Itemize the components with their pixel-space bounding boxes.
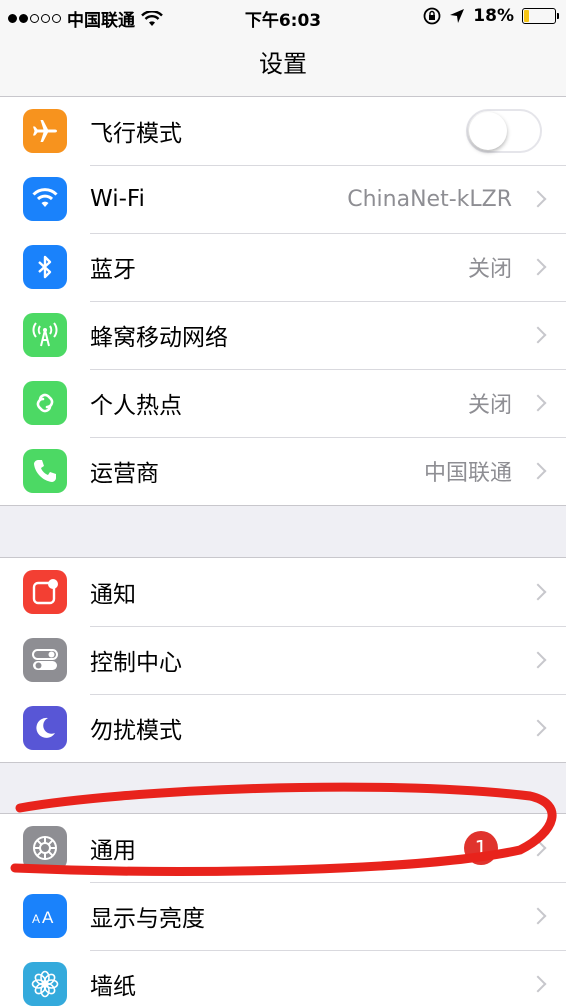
settings-row-notifications[interactable]: 通知 bbox=[0, 558, 566, 626]
status-right: 18% bbox=[423, 6, 559, 26]
toggle-knob bbox=[469, 112, 507, 150]
settings-row-label: 通知 bbox=[90, 582, 136, 608]
settings-row-airplane[interactable]: 飞行模式 bbox=[0, 97, 566, 165]
settings-row-value: 关闭 bbox=[467, 257, 512, 282]
settings-row-label: 运营商 bbox=[90, 461, 159, 487]
rotation-lock-icon bbox=[423, 7, 441, 25]
settings-row-phone[interactable]: 运营商 中国联通 bbox=[0, 437, 566, 505]
svg-text:A: A bbox=[32, 912, 40, 926]
settings-row-wallpaper[interactable]: 墙纸 bbox=[0, 950, 566, 1007]
settings-row-cellular[interactable]: 蜂窝移动网络 bbox=[0, 301, 566, 369]
chevron-right-icon bbox=[529, 719, 547, 737]
update-badge: 1 bbox=[464, 831, 498, 865]
hotspot-icon bbox=[23, 381, 67, 425]
airplane-icon bbox=[23, 109, 67, 153]
chevron-right-icon bbox=[529, 907, 547, 925]
chevron-right-icon bbox=[529, 190, 547, 208]
cellular-icon bbox=[23, 313, 67, 357]
display-icon: AA bbox=[23, 894, 67, 938]
page-title: 设置 bbox=[259, 50, 307, 78]
settings-row-wifi[interactable]: Wi-Fi ChinaNet-kLZR bbox=[0, 165, 566, 233]
settings-group-3: 通用 1 A A 显示与亮度墙纸 bbox=[0, 813, 566, 1007]
settings-row-display[interactable]: A A 显示与亮度 bbox=[0, 882, 566, 950]
phone-icon bbox=[23, 449, 67, 493]
notifications-icon bbox=[23, 570, 67, 614]
chevron-right-icon bbox=[529, 651, 547, 669]
settings-row-label: 勿扰模式 bbox=[90, 718, 182, 744]
moon-icon bbox=[23, 706, 67, 750]
battery-icon bbox=[522, 8, 559, 24]
settings-row-label: Wi-Fi bbox=[90, 186, 145, 212]
settings-row-value: ChinaNet-kLZR bbox=[347, 186, 512, 212]
settings-row-control-center[interactable]: 控制中心 bbox=[0, 626, 566, 694]
chevron-right-icon bbox=[529, 258, 547, 276]
gear-icon bbox=[23, 826, 67, 870]
settings-group-1: 飞行模式 Wi-Fi ChinaNet-kLZR 蓝牙 关闭 蜂窝移动网络 个人热点 关闭 运营… bbox=[0, 96, 566, 506]
chevron-right-icon bbox=[529, 975, 547, 993]
settings-row-label: 墙纸 bbox=[90, 974, 136, 1000]
settings-group-2: 通知控制中心勿扰模式 bbox=[0, 557, 566, 763]
bluetooth-icon bbox=[23, 245, 67, 289]
chevron-right-icon bbox=[529, 326, 547, 344]
chevron-right-icon bbox=[529, 394, 547, 412]
chevron-right-icon bbox=[529, 583, 547, 601]
wifi-icon bbox=[23, 177, 67, 221]
wallpaper-icon bbox=[23, 962, 67, 1006]
settings-row-value: 中国联通 bbox=[423, 461, 512, 486]
nav-bar: 设置 bbox=[0, 34, 566, 97]
settings-row-bluetooth[interactable]: 蓝牙 关闭 bbox=[0, 233, 566, 301]
control-center-icon bbox=[23, 638, 67, 682]
settings-row-moon[interactable]: 勿扰模式 bbox=[0, 694, 566, 762]
settings-row-label: 个人热点 bbox=[90, 393, 182, 419]
settings-row-value: 关闭 bbox=[467, 393, 512, 418]
chevron-right-icon bbox=[529, 462, 547, 480]
battery-percent: 18% bbox=[473, 6, 514, 26]
settings-row-label: 控制中心 bbox=[90, 650, 182, 676]
settings-row-label: 显示与亮度 bbox=[90, 906, 205, 932]
settings-row-label: 蓝牙 bbox=[90, 257, 136, 283]
settings-row-label: 蜂窝移动网络 bbox=[90, 325, 228, 351]
settings-row-label: 通用 bbox=[90, 838, 136, 864]
settings-row-hotspot[interactable]: 个人热点 关闭 bbox=[0, 369, 566, 437]
chevron-right-icon bbox=[529, 839, 547, 857]
status-bar: 中国联通 下午6:03 18% bbox=[0, 0, 566, 34]
location-icon bbox=[450, 9, 465, 23]
settings-row-label: 飞行模式 bbox=[90, 121, 182, 147]
svg-text:A: A bbox=[42, 908, 54, 927]
airplane-mode-toggle[interactable] bbox=[466, 109, 542, 153]
settings-row-gear[interactable]: 通用 1 bbox=[0, 814, 566, 882]
